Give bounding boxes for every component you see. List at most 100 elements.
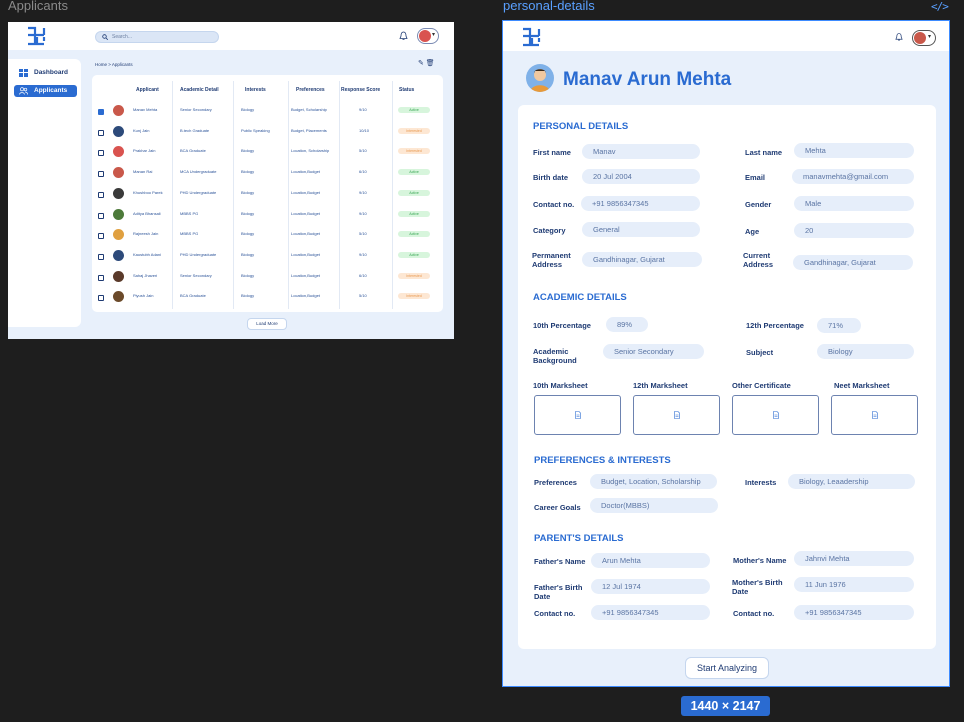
bell-icon[interactable] [895,32,903,42]
category-field[interactable]: General [582,222,700,237]
status-badge: Active [398,189,430,196]
father-contact-field[interactable]: +91 9856347345 [591,605,710,620]
applicant-name[interactable]: Aditya Bhansali [133,211,161,216]
edit-delete-icons[interactable]: ✎ 🗑 [418,59,435,67]
interests-field[interactable]: Biology, Leaadership [788,474,915,489]
frame-label-personal-details[interactable]: personal-details [503,0,595,13]
applicant-name[interactable]: Kaustubh Adani [133,252,161,257]
preferences-cell: Location,Budget [291,169,320,175]
applicant-name[interactable]: Manan Rai [133,169,152,174]
twelfth-percentage-field[interactable]: 71% [817,318,861,333]
applicant-name[interactable]: Prakhar Jain [133,148,155,153]
table-row[interactable]: Prakhar Jain BCA Graduate Biology Location,… [92,143,443,163]
upload-10th-marksheet[interactable] [534,395,621,435]
mother-birth-label: Mother's Birth Date [732,578,783,596]
subject-field[interactable]: Biology [817,344,914,359]
applicant-name[interactable]: Rajneesh Jain [133,231,158,236]
avatar [113,270,124,282]
load-more-button[interactable]: Load More [247,318,287,330]
birth-date-field[interactable]: 20 Jul 2004 [582,169,700,184]
applicants-table: Applicant Academic Detail Interests Pref… [92,75,443,312]
row-checkbox[interactable] [98,274,104,281]
response-score: 9/10 [359,251,367,257]
table-row[interactable]: Manav Mehta Senior Secondary Biology Budget… [92,102,443,122]
personal-details-frame[interactable]: ▾ Manav Arun Mehta PERSONAL DETAILS Firs… [502,20,950,687]
column-header[interactable]: Status [399,87,414,93]
table-row[interactable]: Kunj Jain B.tech Graduate Public Speaking B… [92,123,443,143]
academic-detail: BCA Graduate [180,293,206,299]
gender-field[interactable]: Male [794,196,914,211]
column-header[interactable]: Interests [245,87,266,93]
career-goals-field[interactable]: Doctor(MBBS) [590,498,718,513]
profile-menu[interactable]: ▾ [417,28,439,44]
academic-detail: PHD Undergraduate [180,251,217,257]
current-address-field[interactable]: Gandhinagar, Gujarat [793,255,913,270]
contact-field[interactable]: +91 9856347345 [581,196,700,211]
academic-background-field[interactable]: Senior Secondary [603,344,704,359]
table-row[interactable]: Kaustubh Adani PHD Undergraduate Biology Lo… [92,247,443,267]
row-checkbox[interactable] [98,191,104,198]
row-checkbox[interactable] [98,295,104,302]
applicant-name[interactable]: Manav Mehta [133,107,157,112]
upload-neet-marksheet[interactable] [831,395,918,435]
start-analyzing-button[interactable]: Start Analyzing [685,657,769,679]
table-row[interactable]: Rajneesh Jain MBBS PG Biology Location,Budg… [92,226,443,246]
mother-birth-field[interactable]: 11 Jun 1976 [794,577,914,592]
applicant-name[interactable]: Piyush Jain [133,293,153,298]
column-header[interactable]: Academic Detail [180,87,219,93]
table-row[interactable]: Sahaj Jhaveri Senior Secondary Biology Loca… [92,268,443,288]
mother-contact-field[interactable]: +91 9856347345 [794,605,914,620]
father-name-field[interactable]: Arun Mehta [591,553,710,568]
row-checkbox[interactable] [98,212,104,219]
father-birth-field[interactable]: 12 Jul 1974 [591,579,710,594]
preferences-cell: Budget, Placements [291,127,327,133]
table-row[interactable]: Khushboo Parek PHD Undergraduate Biology Lo… [92,185,443,205]
row-checkbox[interactable] [98,109,104,115]
preferences-cell: Location,Budget [291,231,320,237]
frame-label-applicants[interactable]: Applicants [8,0,68,13]
sidebar-item-dashboard[interactable]: Dashboard [14,67,77,79]
sidebar-item-applicants[interactable]: Applicants [14,85,77,97]
applicant-name[interactable]: Kunj Jain [133,128,149,133]
column-header[interactable]: Response Score [341,87,380,93]
row-checkbox[interactable] [98,150,104,157]
profile-menu[interactable]: ▾ [912,30,936,46]
response-score: 10/10 [359,127,370,133]
row-checkbox[interactable] [98,233,104,240]
label-line: Mother's Birth [732,578,783,587]
permanent-address-field[interactable]: Gandhinagar, Gujarat [582,252,702,267]
first-name-field[interactable]: Manav [582,144,700,159]
row-checkbox[interactable] [98,253,104,260]
mother-name-field[interactable]: Jahnvi Mehta [794,551,914,566]
upload-other-certificate[interactable] [732,395,819,435]
applicant-name[interactable]: Khushboo Parek [133,190,163,195]
applicants-frame[interactable]: Search... ▾ Dashboard Applicants Home > … [8,22,454,339]
upload-12th-marksheet[interactable] [633,395,720,435]
column-header[interactable]: Applicant [136,87,159,93]
status-badge: Active [398,231,430,238]
sidebar-item-label: Dashboard [34,69,68,76]
bell-icon[interactable] [399,31,408,41]
birth-date-label: Birth date [533,173,569,182]
row-checkbox[interactable] [98,171,104,178]
search-input[interactable]: Search... [95,31,219,43]
row-checkbox[interactable] [98,129,104,136]
preferences-field[interactable]: Budget, Location, Scholarship [590,474,717,489]
avatar [113,105,124,116]
status-badge: Interested [398,127,430,134]
age-field[interactable]: 20 [794,223,914,238]
code-icon[interactable]: </> [931,0,949,13]
column-header[interactable]: Preferences [296,87,325,93]
email-field[interactable]: manavmehta@gmail.com [792,169,914,184]
table-row[interactable]: Piyush Jain BCA Graduate Biology Location,B… [92,288,443,308]
applicant-name[interactable]: Sahaj Jhaveri [133,273,157,278]
label-line: Father's Birth [534,583,583,592]
response-score: 6/10 [359,169,367,175]
table-row[interactable]: Aditya Bhansali MBBS PG Biology Location,Bu… [92,206,443,226]
breadcrumb[interactable]: Home > Applicants [95,62,133,67]
tenth-percentage-field[interactable]: 89% [606,317,648,332]
logo-icon [28,26,46,46]
last-name-field[interactable]: Mehta [794,143,914,158]
table-row[interactable]: Manan Rai MCA Undergraduate Biology Locatio… [92,164,443,184]
interests-cell: Biology [241,272,255,278]
